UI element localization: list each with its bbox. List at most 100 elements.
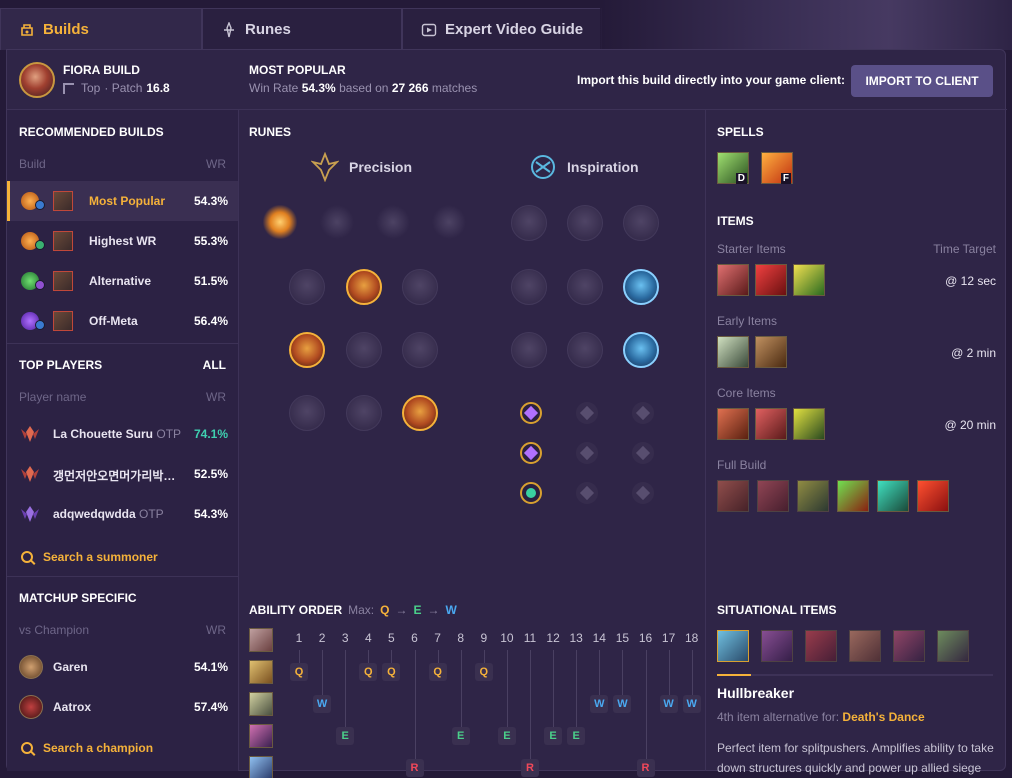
level-line (553, 650, 555, 727)
ability-level-up-q: Q (382, 663, 401, 681)
champion-role-patch: Top · Patch 16.8 (63, 81, 170, 95)
patch-value: 16.8 (146, 81, 170, 95)
situational-item-4[interactable] (849, 630, 881, 662)
rune-option[interactable] (289, 395, 325, 431)
press-the-attack-keystone[interactable] (320, 205, 354, 239)
hullbreaker-icon[interactable] (717, 630, 749, 662)
situational-item-6[interactable] (937, 630, 969, 662)
rune-option[interactable] (511, 205, 547, 241)
matchup-row-garen[interactable]: Garen 54.1% (7, 647, 238, 687)
player-row[interactable]: 갱먼저안오면머가리박… 52.5% (7, 454, 238, 494)
rune-option[interactable] (511, 269, 547, 305)
approach-velocity-rune[interactable] (623, 332, 659, 368)
rune-option[interactable] (623, 205, 659, 241)
shard-option[interactable] (576, 402, 598, 424)
top-players-all-link[interactable]: ALL (203, 358, 226, 372)
rune-option[interactable] (289, 269, 325, 305)
shard-option[interactable] (632, 482, 654, 504)
build-row-alternative[interactable]: Alternative 51.5% (7, 261, 238, 301)
inspiration-tree-title: Inspiration (529, 152, 639, 182)
build-wr: 54.3% (193, 194, 228, 208)
rune-option[interactable] (567, 332, 603, 368)
plated-steelcaps-icon[interactable] (755, 408, 787, 440)
rune-option[interactable] (346, 395, 382, 431)
full-build-item-5[interactable] (877, 480, 909, 512)
situational-item-3[interactable] (805, 630, 837, 662)
ability-level-up-w: W (613, 695, 632, 713)
full-build-item-6[interactable] (917, 480, 949, 512)
health-potion-icon[interactable] (755, 264, 787, 296)
lethal-tempo-keystone[interactable] (376, 205, 410, 239)
shard-option[interactable] (576, 442, 598, 464)
matchup-row-aatrox[interactable]: Aatrox 57.4% (7, 687, 238, 727)
rune-option[interactable] (567, 205, 603, 241)
biscuit-delivery-rune[interactable] (623, 269, 659, 305)
full-build-item-2[interactable] (757, 480, 789, 512)
player-wr-col-header: WR (206, 390, 226, 404)
fleet-footwork-keystone[interactable] (432, 205, 466, 239)
runes-icon (221, 20, 237, 38)
matchup-wr: 57.4% (193, 700, 228, 714)
long-sword-icon[interactable] (717, 336, 749, 368)
situational-item-5[interactable] (893, 630, 925, 662)
rune-option[interactable] (402, 332, 438, 368)
player-row[interactable]: La Chouette Suru OTP 74.1% (7, 414, 238, 454)
shard-attack-speed[interactable] (520, 402, 542, 424)
last-stand-rune[interactable] (402, 395, 438, 431)
boots-icon[interactable] (755, 336, 787, 368)
level-label: 10 (500, 631, 514, 645)
shard-option[interactable] (632, 442, 654, 464)
rune-option[interactable] (511, 332, 547, 368)
recommended-builds-title: RECOMMENDED BUILDS (19, 125, 164, 139)
build-wr: 55.3% (193, 234, 228, 248)
conqueror-keystone[interactable] (263, 205, 297, 239)
situational-item-2[interactable] (761, 630, 793, 662)
build-wr: 51.5% (193, 274, 228, 288)
full-build-item-1[interactable] (717, 480, 749, 512)
flash-spell-icon[interactable]: F (761, 152, 793, 184)
level-label: 4 (364, 631, 372, 645)
build-row-most-popular[interactable]: Most Popular 54.3% (7, 181, 238, 221)
legend-alacrity-rune[interactable] (289, 332, 325, 368)
vs-champion-col-header: vs Champion (19, 623, 90, 637)
search-champion-label: Search a champion (43, 741, 154, 755)
level-label: 17 (661, 631, 676, 645)
level-line (645, 650, 647, 759)
rune-option[interactable] (567, 269, 603, 305)
tab-builds[interactable]: Builds (0, 8, 202, 50)
triumph-rune[interactable] (346, 269, 382, 305)
ability-level-up-w: W (682, 695, 701, 713)
inspiration-icon (531, 155, 555, 179)
rank-emblem-icon (21, 466, 39, 482)
alt-prefix: 4th item alternative for: (717, 710, 840, 724)
rank-emblem-icon (21, 426, 39, 442)
doran-blade-icon[interactable] (717, 264, 749, 296)
tab-runes[interactable]: Runes (202, 8, 402, 50)
full-build-item-3[interactable] (797, 480, 829, 512)
tab-expert-video-guide[interactable]: Expert Video Guide (402, 8, 602, 50)
level-label: 3 (341, 631, 349, 645)
search-champion-link[interactable]: Search a champion (21, 741, 153, 755)
ravenous-hydra-icon[interactable] (717, 408, 749, 440)
shard-adaptive-force[interactable] (520, 442, 542, 464)
most-popular-title: MOST POPULAR (249, 63, 346, 77)
full-build-label: Full Build (717, 458, 767, 472)
alt-item-link[interactable]: Death's Dance (842, 710, 924, 724)
shard-option[interactable] (632, 402, 654, 424)
build-row-off-meta[interactable]: Off-Meta 56.4% (7, 301, 238, 341)
ghost-spell-icon[interactable]: D (717, 152, 749, 184)
player-row[interactable]: adqwedqwdda OTP 54.3% (7, 494, 238, 534)
shard-option[interactable] (576, 482, 598, 504)
search-summoner-link[interactable]: Search a summoner (21, 550, 158, 564)
rune-option[interactable] (402, 269, 438, 305)
build-row-highest-wr[interactable]: Highest WR 55.3% (7, 221, 238, 261)
shard-health[interactable] (520, 482, 542, 504)
stealth-ward-icon[interactable] (793, 264, 825, 296)
import-to-client-button[interactable]: IMPORT TO CLIENT (851, 65, 993, 97)
full-build-item-4[interactable] (837, 480, 869, 512)
champion-build-title: FIORA BUILD (63, 63, 140, 77)
rune-option[interactable] (346, 332, 382, 368)
starter-time: @ 12 sec (945, 274, 996, 288)
q-ability-icon (249, 660, 273, 684)
triforce-icon[interactable] (793, 408, 825, 440)
